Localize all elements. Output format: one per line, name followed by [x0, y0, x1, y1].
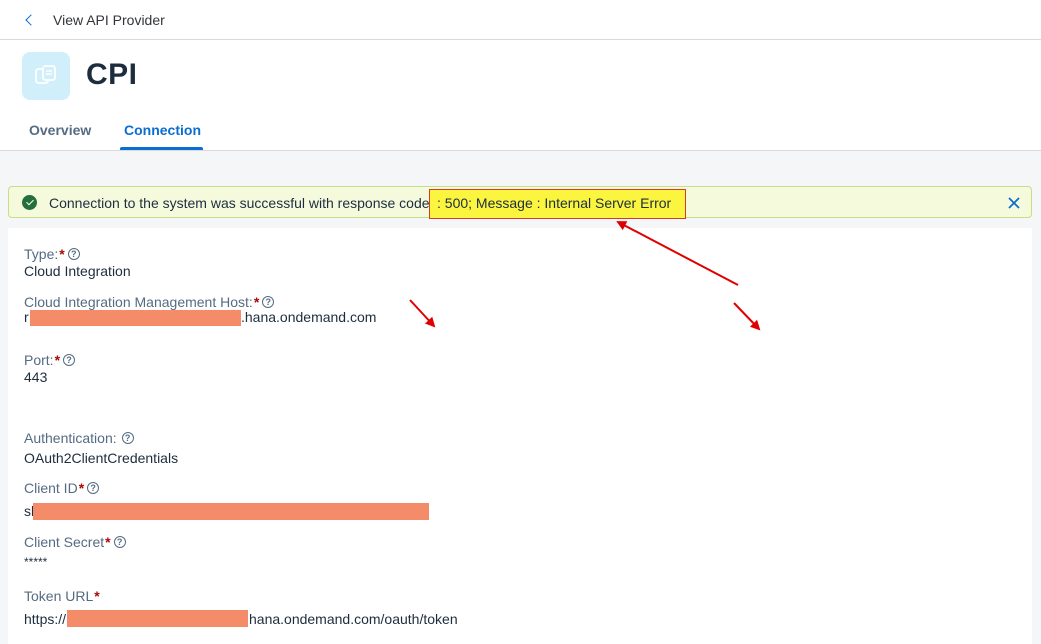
port-value: 443 — [24, 369, 48, 385]
back-button[interactable] — [18, 9, 40, 31]
host-value-suffix: .hana.ondemand.com — [241, 309, 377, 325]
page-header-title: View API Provider — [53, 12, 165, 28]
required-marker: * — [78, 480, 85, 496]
top-bar: View API Provider — [0, 0, 1041, 40]
required-marker: * — [253, 294, 260, 310]
client-id-label-text: Client ID — [24, 480, 78, 496]
client-secret-label: Client Secret * ? — [24, 534, 126, 550]
host-value-prefix: r — [24, 309, 29, 325]
type-label: Type: * ? — [24, 246, 80, 262]
redaction-block — [67, 610, 248, 627]
message-text: Connection to the system was successful … — [49, 195, 430, 211]
tab-connection[interactable]: Connection — [124, 122, 201, 138]
close-icon[interactable] — [1005, 194, 1023, 212]
connection-form: Type: * ? Cloud Integration Cloud Integr… — [8, 228, 1032, 644]
client-secret-value: ***** — [24, 555, 48, 569]
client-id-label: Client ID * ? — [24, 480, 100, 496]
redaction-block — [30, 310, 241, 326]
app-copy-icon — [22, 52, 70, 100]
help-icon[interactable]: ? — [87, 482, 100, 494]
help-icon[interactable]: ? — [262, 296, 275, 308]
required-marker: * — [94, 588, 100, 604]
object-title: CPI — [86, 58, 138, 91]
type-value: Cloud Integration — [24, 263, 131, 279]
token-url-value-prefix: https:// — [24, 611, 67, 627]
required-marker: * — [59, 246, 65, 262]
help-icon[interactable]: ? — [67, 248, 80, 260]
type-label-text: Type: — [24, 246, 59, 262]
help-icon[interactable]: ? — [121, 432, 134, 444]
token-url-value-suffix: hana.ondemand.com/oauth/token — [249, 611, 458, 627]
required-marker: * — [105, 534, 111, 550]
authentication-label: Authentication: ? — [24, 430, 134, 446]
help-icon[interactable]: ? — [113, 536, 126, 548]
authentication-value: OAuth2ClientCredentials — [24, 450, 179, 466]
token-url-label: Token URL * — [24, 588, 100, 604]
object-header: CPI Overview Connection — [0, 40, 1041, 151]
required-marker: * — [54, 352, 61, 368]
client-secret-label-text: Client Secret — [24, 534, 105, 550]
chevron-left-icon — [25, 14, 37, 26]
success-message-strip: Connection to the system was successful … — [8, 186, 1032, 219]
port-label: Port: * ? — [24, 352, 76, 368]
token-url-label-text: Token URL — [24, 588, 94, 604]
tab-overview[interactable]: Overview — [29, 122, 91, 138]
host-label: Cloud Integration Management Host: * ? — [24, 294, 275, 310]
tab-selected-indicator — [120, 147, 203, 150]
success-check-icon — [22, 195, 37, 210]
host-label-text: Cloud Integration Management Host: — [24, 294, 253, 310]
port-label-text: Port: — [24, 352, 54, 368]
help-icon[interactable]: ? — [63, 354, 76, 366]
message-highlighted-text: : 500; Message : Internal Server Error — [437, 195, 672, 211]
authentication-label-text: Authentication: — [24, 430, 117, 446]
redaction-block — [33, 503, 429, 520]
